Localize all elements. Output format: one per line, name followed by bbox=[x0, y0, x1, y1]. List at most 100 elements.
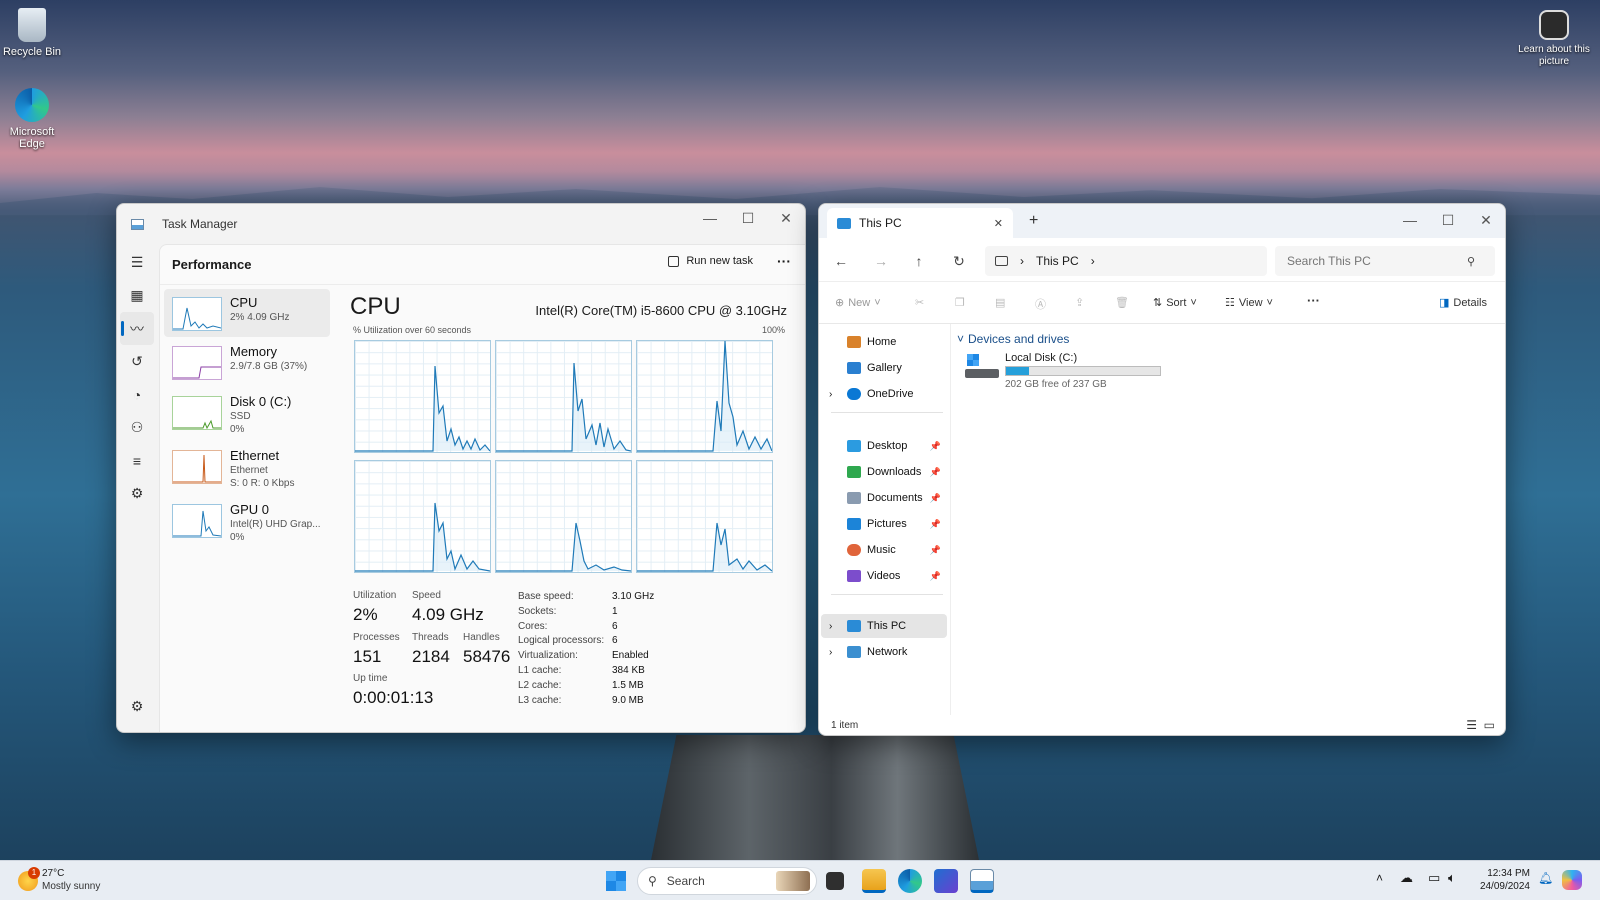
resource-item-ethernet[interactable]: Ethernet Ethernet S: 0 R: 0 Kbps bbox=[164, 442, 330, 490]
address-bar[interactable]: › This PC › bbox=[985, 246, 1267, 276]
resource-item-memory[interactable]: Memory 2.9/7.8 GB (37%) bbox=[164, 338, 330, 386]
gallery-icon bbox=[847, 362, 861, 374]
weather-widget[interactable]: 1 27°C Mostly sunny bbox=[16, 867, 116, 895]
maximize-button[interactable]: ☐ bbox=[1429, 206, 1467, 234]
edge-taskbar-icon[interactable] bbox=[898, 869, 922, 893]
show-hidden-icons-button[interactable]: ˄ bbox=[1376, 871, 1383, 885]
memory-thumbnail bbox=[172, 346, 222, 380]
nav-item-gallery[interactable]: Gallery bbox=[825, 356, 947, 380]
app-history-icon[interactable]: ↺ bbox=[117, 345, 157, 378]
hamburger-icon[interactable]: ☰ bbox=[117, 246, 157, 279]
processes-icon[interactable]: ▦ bbox=[117, 279, 157, 312]
nav-item-music[interactable]: Music 📌 bbox=[825, 538, 947, 562]
utilization-value: 2% bbox=[353, 605, 378, 624]
close-button[interactable]: ✕ bbox=[767, 204, 805, 232]
minimize-button[interactable]: — bbox=[1391, 206, 1429, 234]
download-icon bbox=[847, 466, 861, 478]
core-graph bbox=[636, 460, 773, 573]
resource-item-disk[interactable]: Disk 0 (C:) SSD 0% bbox=[164, 388, 330, 436]
copy-icon[interactable]: ❐ bbox=[955, 296, 965, 309]
file-explorer-window[interactable]: This PC ✕ + — ☐ ✕ ← → ↑ ↻ › This PC › ⚲ … bbox=[818, 203, 1506, 736]
learn-about-picture[interactable]: Learn about this picture bbox=[1516, 10, 1592, 68]
home-icon bbox=[847, 336, 861, 348]
new-button[interactable]: ⊕ New ˅ bbox=[835, 296, 881, 310]
music-icon bbox=[847, 544, 861, 556]
task-view-icon[interactable] bbox=[826, 872, 844, 890]
file-explorer-taskbar-icon[interactable] bbox=[862, 869, 886, 893]
maximize-button[interactable]: ☐ bbox=[729, 204, 767, 232]
startup-apps-icon[interactable]: ◔ bbox=[117, 378, 157, 411]
nav-item-onedrive[interactable]: › OneDrive bbox=[825, 382, 947, 406]
more-options-button[interactable]: ··· bbox=[1307, 293, 1320, 308]
more-options-button[interactable]: ··· bbox=[777, 253, 791, 269]
search-icon: ⚲ bbox=[648, 874, 657, 888]
cut-icon[interactable]: ✂ bbox=[915, 296, 924, 309]
windows-logo-icon bbox=[606, 871, 626, 891]
search-input[interactable] bbox=[1287, 254, 1467, 268]
chevron-right-icon: › bbox=[829, 388, 833, 400]
pin-icon: 📌 bbox=[929, 440, 941, 451]
close-tab-icon[interactable]: ✕ bbox=[994, 217, 1003, 230]
details-icon[interactable]: ≡ bbox=[117, 444, 157, 477]
clock[interactable]: 12:34 PM 24/09/2024 bbox=[1468, 867, 1530, 893]
task-manager-window[interactable]: Task Manager — ☐ ✕ ☰ ▦ 〰 ↺ ◔ ⚇ ≡ ⚙ ⚙ Per… bbox=[116, 203, 806, 733]
task-manager-taskbar-icon[interactable] bbox=[970, 869, 994, 893]
pin-icon: 📌 bbox=[929, 570, 941, 581]
desktop-icon-recycle-bin[interactable]: Recycle Bin bbox=[0, 8, 64, 58]
minimize-button[interactable]: — bbox=[691, 204, 729, 232]
forward-button[interactable]: → bbox=[867, 248, 895, 274]
nav-item-videos[interactable]: Videos 📌 bbox=[825, 564, 947, 588]
onedrive-offline-icon[interactable]: ☁ bbox=[1400, 870, 1413, 886]
nav-item-this-pc[interactable]: › This PC bbox=[821, 614, 947, 638]
sort-button[interactable]: ⇅ Sort ˅ bbox=[1153, 296, 1197, 310]
taskbar-search[interactable]: ⚲ Search bbox=[637, 867, 817, 895]
network-icon[interactable]: ▭ bbox=[1428, 870, 1440, 886]
nav-rail: ☰ ▦ 〰 ↺ ◔ ⚇ ≡ ⚙ ⚙ bbox=[117, 244, 157, 732]
refresh-button[interactable]: ↻ bbox=[945, 248, 973, 274]
group-header[interactable]: ˅ Devices and drives bbox=[957, 332, 1069, 346]
volume-icon[interactable]: 🔈︎ bbox=[1448, 870, 1456, 886]
breadcrumb[interactable]: This PC bbox=[1036, 254, 1079, 268]
copilot-icon[interactable] bbox=[1562, 870, 1582, 890]
nav-item-downloads[interactable]: Downloads 📌 bbox=[825, 460, 947, 484]
nav-item-pictures[interactable]: Pictures 📌 bbox=[825, 512, 947, 536]
users-icon[interactable]: ⚇ bbox=[117, 411, 157, 444]
status-bar: 1 item ☰ ▭ bbox=[831, 718, 1495, 732]
start-button[interactable] bbox=[604, 869, 628, 893]
paste-icon[interactable]: ▤ bbox=[995, 296, 1005, 309]
notifications-bell-icon[interactable]: 🔔︎ bbox=[1538, 871, 1553, 885]
task-manager-icon bbox=[131, 218, 144, 230]
nav-item-home[interactable]: Home bbox=[825, 330, 947, 354]
details-button[interactable]: ◨ Details bbox=[1439, 296, 1487, 310]
run-new-task-button[interactable]: Run new task bbox=[668, 255, 753, 267]
delete-icon[interactable]: 🗑 bbox=[1115, 296, 1129, 309]
close-button[interactable]: ✕ bbox=[1467, 206, 1505, 234]
resource-item-gpu[interactable]: GPU 0 Intel(R) UHD Grap... 0% bbox=[164, 496, 330, 544]
nav-item-network[interactable]: › Network bbox=[825, 640, 947, 664]
store-taskbar-icon[interactable] bbox=[934, 869, 958, 893]
desktop-icon-edge[interactable]: Microsoft Edge bbox=[0, 88, 64, 150]
view-button[interactable]: ☷ View ˅ bbox=[1225, 296, 1273, 310]
tab-this-pc[interactable]: This PC ✕ bbox=[827, 208, 1013, 238]
services-icon[interactable]: ⚙ bbox=[117, 477, 157, 510]
pin-icon: 📌 bbox=[929, 518, 941, 529]
nav-item-documents[interactable]: Documents 📌 bbox=[825, 486, 947, 510]
back-button[interactable]: ← bbox=[827, 248, 855, 274]
share-icon[interactable]: ⇪ bbox=[1075, 296, 1084, 309]
rename-icon[interactable]: Ⓐ bbox=[1035, 296, 1046, 312]
sort-icon: ⇅ bbox=[1153, 297, 1163, 309]
search-box[interactable]: ⚲ bbox=[1275, 246, 1495, 276]
performance-icon[interactable]: 〰 bbox=[120, 312, 154, 345]
tiles-view-icon[interactable]: ▭ bbox=[1484, 718, 1495, 732]
cpu-model: Intel(R) Core(TM) i5-8600 CPU @ 3.10GHz bbox=[535, 303, 787, 318]
new-tab-button[interactable]: + bbox=[1029, 212, 1038, 230]
resource-item-cpu[interactable]: CPU 2% 4.09 GHz bbox=[164, 289, 330, 337]
cpu-core-graphs bbox=[354, 340, 782, 574]
core-graph bbox=[495, 340, 632, 453]
settings-icon[interactable]: ⚙ bbox=[117, 690, 157, 723]
nav-item-desktop[interactable]: Desktop 📌 bbox=[825, 434, 947, 458]
drive-item[interactable]: Local Disk (C:) 202 GB free of 237 GB bbox=[965, 352, 1175, 390]
up-button[interactable]: ↑ bbox=[905, 248, 933, 274]
drive-icon bbox=[965, 354, 999, 380]
list-view-icon[interactable]: ☰ bbox=[1466, 718, 1477, 732]
